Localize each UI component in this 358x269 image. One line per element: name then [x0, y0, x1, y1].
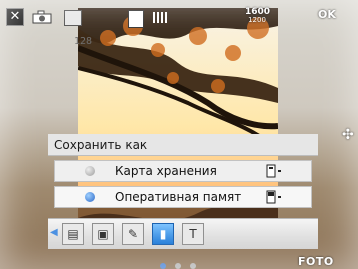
- memory-card-icon: [265, 164, 283, 178]
- radio-memory-card[interactable]: [85, 166, 95, 176]
- save-options: Карта хранения Оперативная памят: [54, 160, 312, 210]
- camera-screen: ✕ 128 1600 1200 OK ✣ Сохранить как Карта…: [0, 0, 358, 269]
- tab-frame[interactable]: ▣: [92, 223, 114, 245]
- ok-icon[interactable]: OK: [318, 8, 336, 21]
- tool-tabs: ◀ ▤ ▣ ✎ ▮ T: [48, 218, 318, 249]
- copy-icon: ▤: [67, 227, 79, 241]
- page-dot[interactable]: [175, 263, 182, 269]
- shot-count: 128: [74, 36, 93, 47]
- close-icon[interactable]: ✕: [6, 8, 24, 26]
- page-indicator: [160, 254, 200, 269]
- brand-logo: FOTO: [298, 255, 334, 268]
- dialog-title: Сохранить как: [48, 134, 318, 156]
- page-dot[interactable]: [190, 263, 197, 269]
- signal-bars-icon: [152, 10, 170, 24]
- resolution-top: 1600: [245, 7, 271, 17]
- option-label: Карта хранения: [115, 164, 217, 178]
- tab-copy[interactable]: ▤: [62, 223, 84, 245]
- option-phone-memory[interactable]: Оперативная памят: [54, 186, 312, 208]
- tab-tools[interactable]: ✎: [122, 223, 144, 245]
- option-label: Оперативная памят: [115, 190, 242, 204]
- resolution-bottom: 1200: [248, 16, 266, 24]
- page-dot[interactable]: [160, 263, 166, 269]
- tab-memory[interactable]: ▮: [152, 223, 174, 245]
- camera-icon[interactable]: [32, 10, 52, 24]
- save-as-dialog: Сохранить как Карта хранения Оперативная…: [48, 134, 318, 250]
- memory-icon: ▮: [159, 227, 167, 241]
- expand-icon[interactable]: ✣: [342, 128, 356, 142]
- tab-text[interactable]: T: [182, 223, 204, 245]
- option-memory-card[interactable]: Карта хранения: [54, 160, 312, 182]
- storage-icon: [128, 10, 144, 28]
- radio-phone-memory[interactable]: [85, 192, 95, 202]
- left-arrow-icon[interactable]: ◀: [50, 227, 58, 238]
- resolution-icon: 1600 1200: [245, 7, 271, 28]
- frame-icon: ▣: [97, 227, 109, 241]
- text-icon: T: [189, 227, 197, 241]
- tools-icon: ✎: [127, 227, 139, 241]
- square-icon[interactable]: [64, 10, 82, 26]
- phone-memory-icon: [265, 190, 283, 204]
